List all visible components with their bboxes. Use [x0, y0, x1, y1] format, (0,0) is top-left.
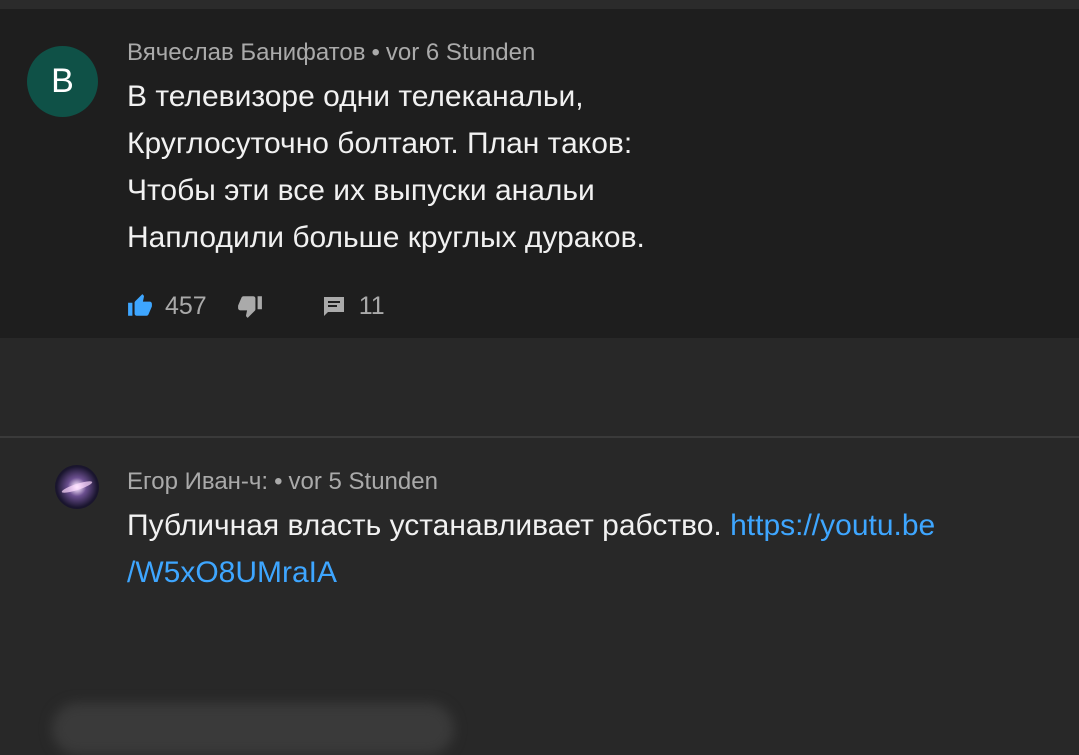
divider [0, 436, 1079, 438]
comment-card: B Вячеслав Банифатов • vor 6 Stunden В тел… [0, 9, 1079, 338]
thumb-up-icon[interactable] [127, 293, 153, 319]
thumb-down-icon[interactable] [237, 293, 263, 319]
comment-meta: Егор Иван-ч: • vor 5 Stunden [127, 468, 438, 496]
avatar[interactable] [55, 465, 99, 509]
comment-body: Публичная власть устанавливает рабство. [127, 509, 722, 542]
comment-line: Чтобы эти все их выпуски анальи [127, 174, 595, 207]
comment-line: Публичная власть устанавливает рабство. … [127, 502, 935, 549]
video-link[interactable]: /W5xO8UMraIA [127, 556, 337, 589]
meta-separator: • [371, 39, 380, 66]
hidden-content-band [0, 338, 1079, 755]
video-link[interactable]: https://youtu.be [730, 509, 935, 542]
comment-line: Наплодили больше круглых дураков. [127, 221, 645, 254]
author-name[interactable]: Егор Иван-ч: [127, 468, 268, 495]
comment-actions: 457 11 [127, 289, 385, 323]
comment-line: В телевизоре одни телеканальи, [127, 80, 584, 113]
comment-line: /W5xO8UMraIA [127, 549, 935, 596]
comment-icon[interactable] [321, 293, 347, 319]
avatar[interactable]: B [27, 46, 98, 117]
comment-text: В телевизоре одни телеканальи, Круглосут… [127, 73, 645, 261]
avatar-letter: B [51, 62, 74, 100]
comment-line: Круглосуточно болтают. План таков: [127, 127, 633, 160]
timestamp: vor 5 Stunden [288, 468, 438, 495]
timestamp: vor 6 Stunden [385, 39, 536, 66]
comment-meta: Вячеслав Банифатов • vor 6 Stunden [127, 39, 535, 67]
comment-text: Публичная власть устанавливает рабство. … [127, 502, 935, 596]
blurred-content [52, 703, 454, 755]
top-strip [0, 0, 1079, 9]
meta-separator: • [274, 468, 283, 495]
author-name[interactable]: Вячеслав Банифатов [127, 39, 366, 66]
reply-count: 11 [358, 291, 385, 320]
like-count: 457 [165, 291, 207, 320]
